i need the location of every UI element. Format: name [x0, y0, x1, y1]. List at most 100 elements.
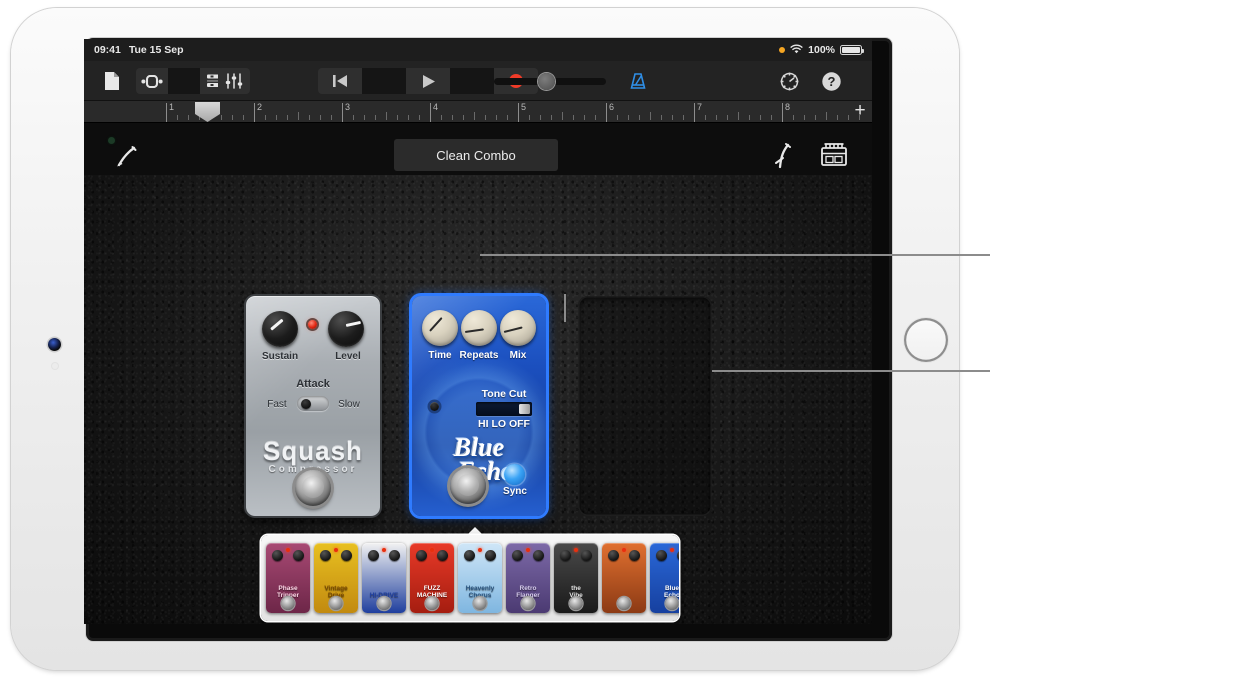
toolbar-divider: [450, 68, 494, 94]
ruler-bars: 1 2 3 4 5 6 7 8: [166, 101, 860, 123]
front-camera-icon: [48, 338, 61, 351]
sync-button[interactable]: [504, 464, 525, 485]
preset-name-label: Clean Combo: [436, 147, 516, 163]
document-icon[interactable]: [96, 68, 126, 94]
browser-thumb-knob: [293, 550, 304, 561]
app-toolbar: ?: [84, 61, 872, 101]
browser-thumb-led-icon: [622, 548, 626, 552]
browser-thumb-knob: [608, 550, 619, 561]
browser-thumb-footswitch: [521, 597, 535, 610]
browser-thumb-led-icon: [526, 548, 530, 552]
metronome-icon[interactable]: [624, 68, 652, 94]
app-screen: 09:41 Tue 15 Sep 100% ? 1 2 3 4 5 6 7 8 …: [84, 39, 872, 624]
browser-pedal-retro-flanger[interactable]: Retro Flanger: [506, 543, 550, 613]
browser-thumb-footswitch: [281, 597, 295, 610]
pedal-browser-strip[interactable]: Phase Tripper Vintage Drive HI-DRIVE FUZZ MACH…: [261, 535, 679, 621]
plugin-header-bar: Clean Combo: [84, 123, 872, 175]
status-date: Tue 15 Sep: [128, 44, 184, 56]
ruler-bar-number: 5: [521, 102, 527, 112]
browser-thumb-knob: [464, 550, 475, 561]
tone-cut-slider[interactable]: [476, 402, 532, 416]
knob-level[interactable]: [328, 311, 364, 347]
callout-line-bottom: [712, 370, 990, 372]
browser-thumb-led-icon: [670, 548, 674, 552]
status-bar-right: 100%: [779, 44, 864, 57]
ios-status-bar: 09:41 Tue 15 Sep 100%: [84, 39, 872, 61]
pedal-slot-empty[interactable]: [578, 296, 712, 516]
orange-recording-dot-icon: [779, 47, 786, 53]
tone-cut-options-label: HI LO OFF: [478, 418, 530, 430]
knob-time[interactable]: [422, 310, 458, 346]
browser-thumb-led-icon: [286, 548, 290, 552]
browser-thumb-knob: [560, 550, 571, 561]
toolbar-divider: [362, 68, 406, 94]
browser-thumb-knob: [437, 550, 448, 561]
browser-thumb-knob: [320, 550, 331, 561]
footswitch-blue-echo[interactable]: [450, 468, 486, 504]
browser-thumb-knob: [656, 550, 667, 561]
footswitch-squash[interactable]: [295, 470, 331, 506]
sync-label: Sync: [503, 486, 527, 497]
attack-toggle-switch[interactable]: [297, 396, 329, 411]
browser-thumb-knob: [416, 550, 427, 561]
browser-pedal-blue-echo[interactable]: Blue Echo: [650, 543, 679, 613]
tone-cut-thumb[interactable]: [519, 404, 530, 414]
ruler-bar-number: 3: [345, 102, 351, 112]
browser-pedal-the-vibe[interactable]: the Vibe: [554, 543, 598, 613]
help-question-icon[interactable]: ?: [816, 68, 846, 94]
knob-mix[interactable]: [500, 310, 536, 346]
wifi-icon: [790, 44, 803, 57]
status-bar-left: 09:41 Tue 15 Sep: [94, 44, 184, 56]
browser-thumb-footswitch: [665, 597, 679, 610]
battery-full-icon: [840, 45, 864, 55]
ruler-bar-number: 2: [257, 102, 263, 112]
ruler-bar-number: 1: [169, 102, 175, 112]
amp-cabinet-icon[interactable]: [820, 141, 848, 172]
timeline-ruler[interactable]: 1 2 3 4 5 6 7 8 +: [84, 101, 872, 123]
master-volume-knob[interactable]: [538, 73, 555, 90]
browser-thumb-footswitch: [425, 597, 439, 610]
play-icon[interactable]: [406, 68, 450, 94]
status-led-icon: [108, 137, 115, 144]
browser-thumb-knob: [533, 550, 544, 561]
browser-pedal-fuzz-machine[interactable]: FUZZ MACHINE: [410, 543, 454, 613]
browser-pedal-hi-drive[interactable]: HI-DRIVE: [362, 543, 406, 613]
toggle-label-attack: Attack: [296, 378, 330, 390]
gear-icon[interactable]: [774, 68, 804, 94]
browser-thumb-knob: [512, 550, 523, 561]
browser-pedal-phase-tripper[interactable]: Phase Tripper: [266, 543, 310, 613]
pedalboard-area: Sustain Level Attack Fast Slow Squash Co…: [84, 175, 872, 624]
guitar-cable-icon[interactable]: [114, 145, 138, 174]
rewind-to-start-icon[interactable]: [318, 68, 362, 94]
home-button[interactable]: [904, 318, 948, 362]
browser-thumb-knob: [272, 550, 283, 561]
callout-line-knob: [564, 294, 566, 322]
loop-navigation-icon[interactable]: [136, 68, 168, 94]
knob-label-sustain: Sustain: [261, 351, 299, 362]
blue-echo-word-2: Echo: [457, 456, 515, 486]
guitar-cable-icon[interactable]: [772, 143, 796, 174]
master-volume-slider[interactable]: [494, 73, 606, 90]
browser-pedal-heavenly-chorus[interactable]: Heavenly Chorus: [458, 543, 502, 613]
browser-thumb-footswitch: [473, 597, 487, 610]
knob-label-level: Level: [335, 351, 361, 362]
knob-sustain[interactable]: [262, 311, 298, 347]
knob-repeats[interactable]: [461, 310, 497, 346]
preset-name-button[interactable]: Clean Combo: [394, 139, 558, 171]
pedal-blue-echo[interactable]: Time Repeats Mix Tone Cut HI LO OFF Blue…: [412, 296, 546, 516]
browser-thumb-knob: [389, 550, 400, 561]
browser-pedal-vintage-drive[interactable]: Vintage Drive: [314, 543, 358, 613]
browser-pedal-graphic-eq[interactable]: [602, 543, 646, 613]
browser-thumb-footswitch: [617, 597, 631, 610]
browser-thumb-knob: [677, 550, 679, 561]
svg-text:?: ?: [827, 74, 835, 89]
pedal-squash-compressor[interactable]: Sustain Level Attack Fast Slow Squash Co…: [246, 296, 380, 516]
add-section-button[interactable]: +: [850, 101, 870, 122]
browser-thumb-knob: [581, 550, 592, 561]
toggle-option-slow: Slow: [338, 399, 360, 410]
browser-thumb-footswitch: [569, 597, 583, 610]
tone-cut-label: Tone Cut: [481, 388, 527, 400]
browser-thumb-footswitch: [377, 597, 391, 610]
browser-thumb-led-icon: [430, 548, 434, 552]
mixer-faders-icon[interactable]: [218, 68, 250, 94]
